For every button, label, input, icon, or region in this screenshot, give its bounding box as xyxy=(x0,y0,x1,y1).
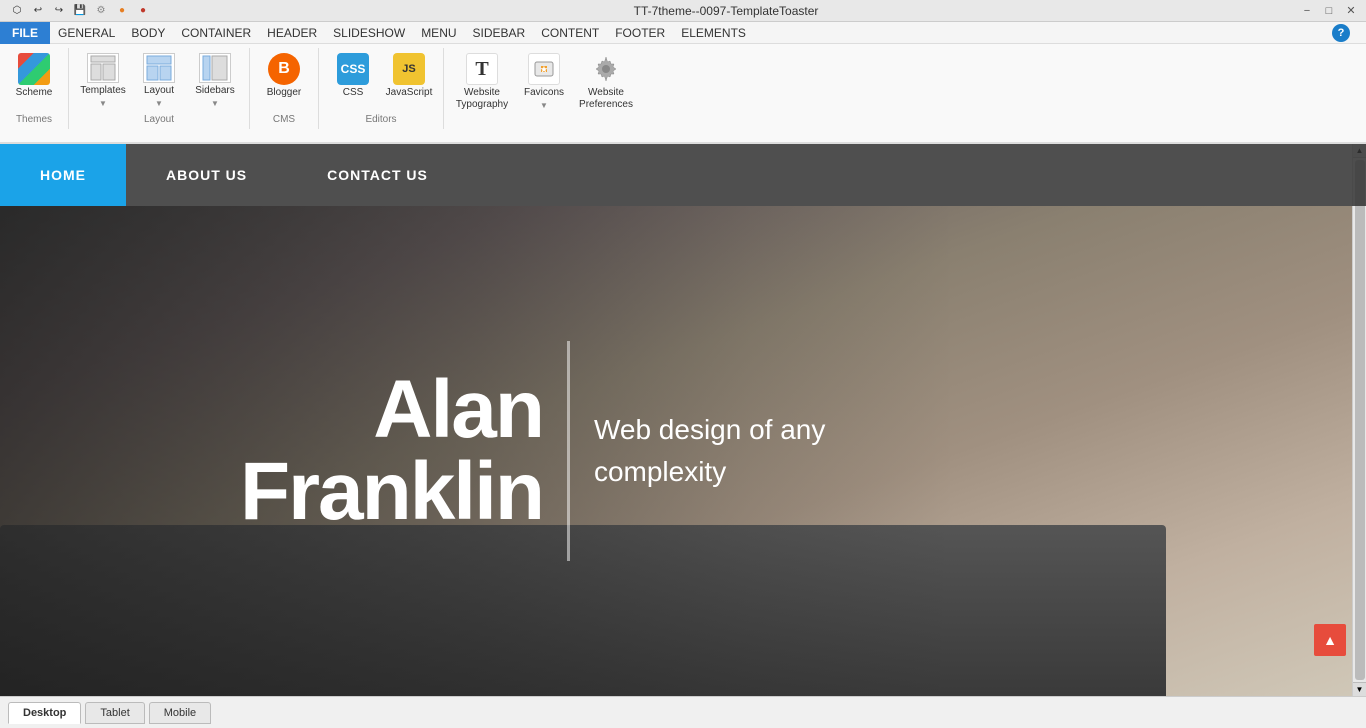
templates-icon xyxy=(87,53,119,83)
hero-section: Alan Franklin Web design of any complexi… xyxy=(0,206,1366,696)
menu-menu[interactable]: MENU xyxy=(413,22,464,44)
javascript-btn[interactable]: JS JavaScript xyxy=(383,48,435,110)
hero-name-line2: Franklin xyxy=(240,451,543,533)
menu-container[interactable]: CONTAINER xyxy=(173,22,259,44)
themes-label: Themes xyxy=(16,114,52,125)
templates-label: Templates xyxy=(80,85,126,97)
layout-section-label: Layout xyxy=(144,114,174,125)
webpref-btn[interactable]: Website Preferences xyxy=(576,48,636,110)
sidebars-label: Sidebars xyxy=(195,85,234,97)
menu-sidebar[interactable]: SIDEBAR xyxy=(465,22,534,44)
editors-label: Editors xyxy=(365,114,396,125)
nav-home[interactable]: HOME xyxy=(0,144,126,206)
scheme-btn[interactable]: Scheme xyxy=(8,48,60,110)
tab-desktop[interactable]: Desktop xyxy=(8,702,81,724)
scroll-thumb[interactable] xyxy=(1355,160,1365,680)
nav-contact[interactable]: CONTACT US xyxy=(287,144,468,206)
sidebars-btn[interactable]: Sidebars ▼ xyxy=(189,48,241,110)
window-controls: − □ ✕ xyxy=(1300,4,1358,18)
save-btn[interactable]: 💾 xyxy=(71,2,89,20)
icon-orange: ● xyxy=(113,2,131,20)
typography-icon: T xyxy=(466,53,498,85)
javascript-label: JavaScript xyxy=(386,87,433,99)
menu-general[interactable]: GENERAL xyxy=(50,22,123,44)
scroll-up-btn[interactable]: ▲ xyxy=(1314,624,1346,656)
hero-tagline: Web design of any complexity xyxy=(594,409,894,493)
favicons-label: Favicons xyxy=(524,87,564,99)
blogger-btn[interactable]: B Blogger xyxy=(258,48,310,110)
site-navigation: HOME ABOUT US CONTACT US xyxy=(0,144,1366,206)
menu-footer[interactable]: FOOTER xyxy=(607,22,673,44)
webpref-label: Website Preferences xyxy=(579,87,633,111)
ribbon-section-cms: B Blogger CMS xyxy=(250,48,319,129)
icon-red: ● xyxy=(134,2,152,20)
hero-divider xyxy=(567,341,570,561)
quick-access-toolbar: ⬡ ↩ ↪ 💾 ⚙ ● ● xyxy=(8,2,152,20)
layout-btn[interactable]: Layout ▼ xyxy=(133,48,185,110)
favicons-icon: ★ xyxy=(528,53,560,85)
undo-btn[interactable]: ↩ xyxy=(29,2,47,20)
layout-label: Layout xyxy=(144,85,174,97)
typography-label: Website Typography xyxy=(456,87,508,111)
menu-body[interactable]: BODY xyxy=(123,22,173,44)
layout-icon xyxy=(143,53,175,83)
title-bar: ⬡ ↩ ↪ 💾 ⚙ ● ● TT-7theme--0097-TemplateTo… xyxy=(0,0,1366,22)
javascript-icon: JS xyxy=(393,53,425,85)
css-label: CSS xyxy=(343,87,364,99)
canvas-area: HOME ABOUT US CONTACT US Alan Frankl xyxy=(0,144,1366,696)
ribbon-section-themes: Scheme Themes xyxy=(0,48,69,129)
window-title: TT-7theme--0097-TemplateToaster xyxy=(152,4,1300,18)
help-btn[interactable]: ? xyxy=(1332,24,1350,42)
ribbon-section-layout: Templates ▼ Layout ▼ xyxy=(69,48,250,129)
close-btn[interactable]: ✕ xyxy=(1344,4,1358,18)
ribbon-section-editors: CSS CSS JS JavaScript Editors xyxy=(319,48,444,129)
menu-header[interactable]: HEADER xyxy=(259,22,325,44)
settings-quick-btn[interactable]: ⚙ xyxy=(92,2,110,20)
menu-content[interactable]: CONTENT xyxy=(533,22,607,44)
menu-file[interactable]: FILE xyxy=(0,22,50,44)
cms-label: CMS xyxy=(273,114,295,125)
hero-name-line1: Alan xyxy=(240,369,543,451)
redo-btn[interactable]: ↪ xyxy=(50,2,68,20)
site-preview: HOME ABOUT US CONTACT US Alan Frankl xyxy=(0,144,1366,696)
hero-content: Alan Franklin Web design of any complexi… xyxy=(0,206,1366,696)
hero-name-block: Alan Franklin xyxy=(240,369,543,533)
scheme-icon xyxy=(18,53,50,85)
webpref-icon xyxy=(590,53,622,85)
scheme-label: Scheme xyxy=(16,87,53,99)
ribbon-section-website: T Website Typography ★ Favicons ▼ xyxy=(444,48,644,118)
templates-btn[interactable]: Templates ▼ xyxy=(77,48,129,110)
sidebars-icon xyxy=(199,53,231,83)
blogger-icon: B xyxy=(268,53,300,85)
ribbon: Scheme Themes Templates ▼ xyxy=(0,44,1366,144)
bottom-bar: Desktop Tablet Mobile xyxy=(0,696,1366,728)
scrollbar-right: ▲ ▼ xyxy=(1352,144,1366,696)
tab-tablet[interactable]: Tablet xyxy=(85,702,144,724)
typography-btn[interactable]: T Website Typography xyxy=(452,48,512,110)
app-icon: ⬡ xyxy=(8,2,26,20)
menu-slideshow[interactable]: SLIDESHOW xyxy=(325,22,413,44)
nav-about[interactable]: ABOUT US xyxy=(126,144,287,206)
favicons-btn[interactable]: ★ Favicons ▼ xyxy=(516,48,572,110)
maximize-btn[interactable]: □ xyxy=(1322,4,1336,18)
tab-mobile[interactable]: Mobile xyxy=(149,702,211,724)
menu-elements[interactable]: ELEMENTS xyxy=(673,22,754,44)
minimize-btn[interactable]: − xyxy=(1300,4,1314,18)
css-icon: CSS xyxy=(337,53,369,85)
scroll-down-arrow[interactable]: ▼ xyxy=(1353,682,1366,696)
css-btn[interactable]: CSS CSS xyxy=(327,48,379,110)
menu-bar: FILE GENERAL BODY CONTAINER HEADER SLIDE… xyxy=(0,22,1366,44)
blogger-label: Blogger xyxy=(267,87,301,99)
svg-text:★: ★ xyxy=(540,65,548,74)
